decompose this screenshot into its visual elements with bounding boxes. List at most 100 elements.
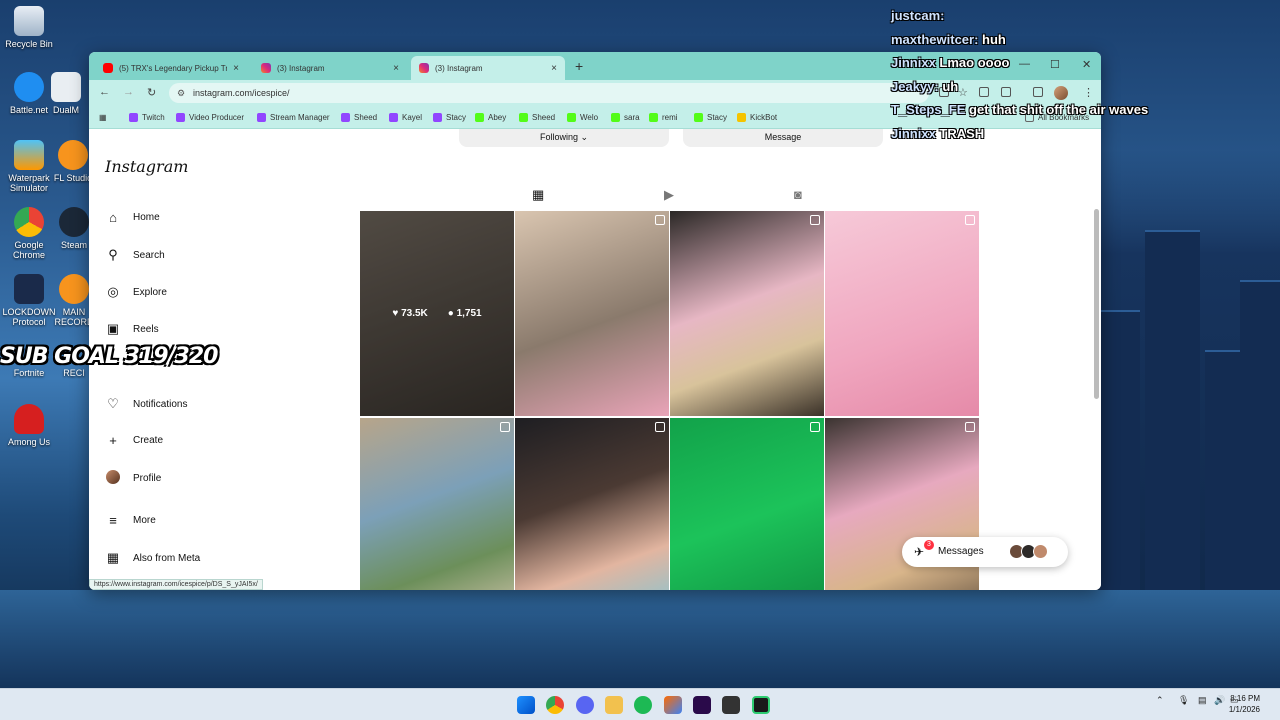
kick-icon: [475, 113, 484, 122]
bookmark-stream-manager[interactable]: Stream Manager: [257, 113, 330, 122]
message-button[interactable]: Message: [683, 129, 883, 147]
carousel-icon: [965, 215, 975, 225]
reel-icon: [965, 422, 975, 432]
reload-button[interactable]: ↻: [147, 86, 156, 99]
chrome-icon[interactable]: [546, 696, 564, 714]
sub-goal-overlay: SUB GOAL 319/320: [0, 344, 218, 369]
post-thumbnail[interactable]: [515, 418, 669, 590]
site-info-icon[interactable]: ⚙: [177, 88, 185, 99]
twitch-icon: [433, 113, 442, 122]
desktop-icon-dualm[interactable]: DualM: [46, 72, 86, 115]
reel-icon: [810, 422, 820, 432]
premiere-icon[interactable]: [693, 696, 711, 714]
desktop-icon-lockdown[interactable]: LOCKDOWN Protocol: [0, 274, 58, 327]
close-icon[interactable]: ×: [551, 63, 557, 74]
close-icon[interactable]: ×: [233, 63, 239, 74]
instagram-icon: [419, 63, 429, 73]
reel-icon: [655, 422, 665, 432]
bookmark-twitch[interactable]: Twitch: [129, 113, 165, 122]
nav-reels[interactable]: ▣ Reels: [105, 321, 159, 337]
nav-create[interactable]: + Create: [105, 433, 163, 448]
back-button[interactable]: ←: [99, 86, 110, 98]
chevron-down-icon: ⌄: [580, 132, 589, 142]
post-thumbnail[interactable]: [515, 211, 669, 416]
bookmark-stacy[interactable]: Stacy: [433, 113, 466, 122]
twitch-icon: [257, 113, 266, 122]
desk-floor: [0, 590, 1280, 688]
bookmark-abey[interactable]: Abey: [475, 113, 506, 122]
heart-icon: ♡: [107, 396, 119, 411]
nav-home[interactable]: ⌂ Home: [105, 210, 160, 225]
network-icon[interactable]: ▤: [1198, 695, 1207, 706]
chevron-up-icon[interactable]: ⌃: [1156, 695, 1164, 706]
following-button[interactable]: Following ⌄: [459, 129, 669, 147]
url-field[interactable]: ⚙ instagram.com/icespice/: [169, 83, 929, 103]
bookmark-kickbot[interactable]: KickBot: [737, 113, 777, 122]
close-icon[interactable]: ×: [393, 63, 399, 74]
messages-button[interactable]: ✈ 3 Messages: [902, 537, 1068, 567]
forward-button[interactable]: →: [123, 86, 134, 98]
spotify-icon[interactable]: [634, 696, 652, 714]
obs-icon[interactable]: [752, 696, 770, 714]
nav-also-from-meta[interactable]: ▦ Also from Meta: [105, 550, 200, 566]
volume-icon[interactable]: 🔊: [1214, 695, 1225, 706]
system-clock[interactable]: 8:16 PM 1/1/2026: [1229, 693, 1260, 715]
link-status-bar: https://www.instagram.com/icespice/p/DS_…: [89, 579, 263, 590]
voice-app-icon[interactable]: [722, 696, 740, 714]
carousel-icon: [655, 215, 665, 225]
tab-instagram-1[interactable]: (3) Instagram ×: [253, 56, 407, 80]
twitch-icon: [129, 113, 138, 122]
desktop-icon-recycle-bin[interactable]: Recycle Bin: [0, 6, 58, 49]
reel-icon: [500, 422, 510, 432]
apps-grid-icon[interactable]: ▦: [99, 113, 107, 122]
instagram-page: Following ⌄ Message Instagram ⌂ Home ⚲ Sea…: [89, 129, 1101, 590]
scrollbar[interactable]: [1094, 209, 1099, 399]
post-thumbnail[interactable]: [670, 418, 824, 590]
tab-tagged[interactable]: ◙: [794, 187, 802, 202]
start-button[interactable]: [517, 696, 535, 714]
desktop-icon-fortnite[interactable]: Fortnite: [0, 368, 58, 378]
twitch-icon: [176, 113, 185, 122]
nav-profile[interactable]: Profile: [105, 470, 161, 487]
bookmark-kayel[interactable]: Kayel: [389, 113, 422, 122]
tab-posts[interactable]: ▦: [532, 187, 544, 203]
kick-icon: [611, 113, 620, 122]
kickbot-icon: [737, 113, 746, 122]
desktop-icon-among-us[interactable]: Among Us: [0, 404, 58, 447]
bookmark-sheed[interactable]: Sheed: [341, 113, 377, 122]
posts-grid: ♥ 73.5K ● 1,751: [360, 211, 982, 590]
taskbar: ⌃ 🎙 ▤ 🔊 ▭ 8:16 PM 1/1/2026: [0, 688, 1280, 720]
bookmark-video-producer[interactable]: Video Producer: [176, 113, 244, 122]
nav-more[interactable]: ≡ More: [105, 513, 156, 528]
tab-instagram-2[interactable]: (3) Instagram ×: [411, 56, 565, 80]
file-explorer-icon[interactable]: [605, 696, 623, 714]
send-icon: ✈: [914, 545, 925, 559]
bookmark-welo[interactable]: Welo: [567, 113, 598, 122]
bookmark-remi[interactable]: remi: [649, 113, 678, 122]
post-thumbnail[interactable]: [360, 418, 514, 590]
discord-icon[interactable]: [576, 696, 594, 714]
youtube-icon: [103, 63, 113, 73]
nav-notifications[interactable]: ♡ Notifications: [105, 396, 187, 412]
desktop-icon-chrome[interactable]: Google Chrome: [0, 207, 58, 260]
avatar: [106, 470, 120, 484]
nav-explore[interactable]: ◎ Explore: [105, 284, 167, 300]
copilot-icon[interactable]: [664, 696, 682, 714]
plus-icon: +: [109, 433, 117, 448]
bookmark-stacy-kick[interactable]: Stacy: [694, 113, 727, 122]
twitch-icon: [341, 113, 350, 122]
bookmark-sara[interactable]: sara: [611, 113, 640, 122]
post-thumbnail[interactable]: [670, 211, 824, 416]
tab-youtube[interactable]: (5) TRX's Legendary Pickup Tru... ×: [95, 56, 247, 80]
kick-icon: [649, 113, 658, 122]
new-tab-button[interactable]: +: [575, 58, 583, 74]
post-thumbnail[interactable]: ♥ 73.5K ● 1,751: [360, 211, 514, 416]
tab-reels[interactable]: ▶: [664, 187, 674, 203]
nav-search[interactable]: ⚲ Search: [105, 247, 164, 263]
compass-icon: ◎: [107, 284, 119, 299]
chat-message: Jinnixx Lmao oooo: [891, 55, 1010, 70]
bookmark-sheed-kick[interactable]: Sheed: [519, 113, 555, 122]
instagram-logo[interactable]: Instagram: [105, 157, 188, 176]
microphone-icon[interactable]: 🎙: [1178, 695, 1189, 706]
post-thumbnail[interactable]: [825, 211, 979, 416]
